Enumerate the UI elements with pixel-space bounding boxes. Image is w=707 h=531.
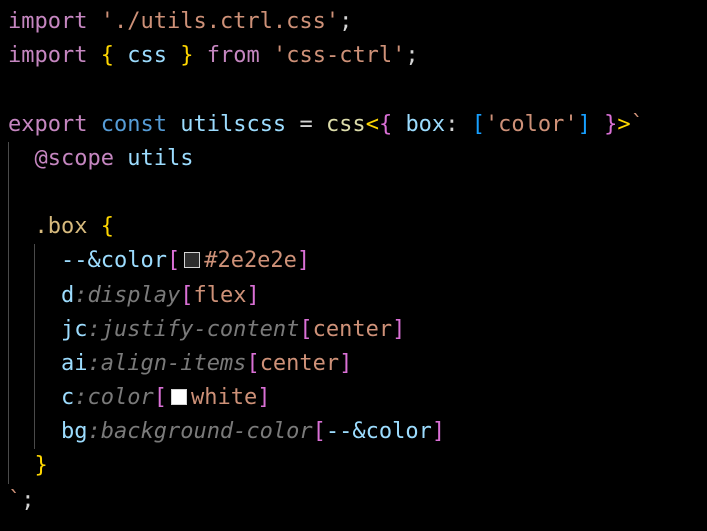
code-editor[interactable]: import './utils.ctrl.css'; import { css … [0, 0, 707, 531]
css-function: css [325, 111, 366, 137]
short-property: d [60, 282, 75, 308]
template-backtick: ` [630, 111, 644, 137]
inlay-hint: :color [74, 385, 154, 411]
property-value: flex [193, 282, 247, 308]
color-swatch-icon[interactable] [170, 389, 187, 406]
type-open-bracket: [ [471, 111, 485, 137]
scope-identifier: utils [127, 145, 194, 171]
indent-guide [8, 141, 9, 176]
generic-close: > [617, 111, 631, 137]
indent-guide [34, 381, 35, 416]
import-name: css [127, 43, 167, 69]
code-line-6 [8, 175, 707, 211]
template-backtick: ` [8, 487, 22, 513]
indent-guide [8, 244, 9, 279]
property-value: #2e2e2e [204, 248, 297, 274]
import-keyword: import [8, 9, 88, 34]
scope-at-rule: @scope [34, 145, 114, 171]
code-line-10: jc:justify-content[center] [8, 312, 707, 347]
indent-guide [8, 312, 9, 347]
from-keyword: from [206, 43, 260, 69]
indent-guide [8, 346, 9, 382]
indent-guide [34, 312, 35, 347]
colon: : [445, 111, 459, 137]
indent-guide [8, 210, 9, 245]
color-swatch-icon[interactable] [184, 252, 201, 269]
type-open-brace: { [378, 111, 393, 137]
equals-sign: = [299, 111, 313, 137]
indent-guide [8, 278, 9, 313]
code-line-8: --&color[ #2e2e2e] [8, 244, 707, 279]
indent-guide [34, 278, 35, 313]
property-value: center [259, 350, 340, 376]
close-brace: } [180, 43, 194, 69]
semicolon: ; [21, 487, 35, 513]
indent-guide [34, 415, 35, 450]
value-close-bracket: ] [392, 316, 406, 342]
value-open-bracket: [ [246, 350, 260, 376]
variable-name: utilscss [180, 111, 287, 137]
code-line-4: export const utilscss = css<{ box: ['col… [8, 108, 707, 142]
box-selector: .box [34, 214, 88, 240]
indent-guide [34, 346, 35, 382]
inlay-hint: :background-color [87, 419, 313, 445]
module-string: 'css-ctrl' [272, 43, 406, 69]
indent-guide [34, 244, 35, 279]
value-close-bracket: ] [296, 248, 311, 274]
code-line-12: c:color[ white] [8, 381, 707, 416]
export-keyword: export [8, 111, 88, 137]
indent-guide [8, 381, 9, 416]
open-brace: { [100, 43, 114, 69]
short-property: c [60, 385, 75, 411]
inlay-hint: :align-items [87, 350, 247, 376]
generic-open: < [365, 111, 379, 137]
rule-open-brace: { [100, 214, 114, 240]
code-line-14: } [8, 449, 707, 484]
property-value: white [190, 385, 258, 411]
code-line-2: import { css } from 'css-ctrl'; [8, 39, 707, 73]
import-path-string: './utils.ctrl.css' [100, 9, 340, 34]
value-close-bracket: ] [339, 350, 353, 376]
code-line-7: .box { [8, 210, 707, 245]
short-property: jc [60, 316, 88, 342]
type-string: 'color' [484, 111, 578, 137]
value-close-bracket: ] [431, 419, 446, 445]
code-line-9: d:display[flex] [8, 278, 707, 313]
value-open-bracket: [ [166, 248, 181, 274]
custom-property: --&color [60, 248, 167, 274]
rule-close-brace: } [34, 453, 48, 479]
indent-guide [8, 175, 9, 211]
inlay-hint: :justify-content [87, 316, 300, 342]
property-value: --&color [325, 419, 432, 445]
type-key: box [405, 111, 446, 137]
value-close-bracket: ] [257, 385, 271, 411]
import-keyword: import [8, 43, 88, 69]
short-property: ai [60, 350, 88, 376]
code-line-1: import './utils.ctrl.css'; [8, 5, 707, 39]
property-value: center [312, 316, 393, 342]
value-open-bracket: [ [153, 385, 167, 411]
semicolon: ; [339, 9, 353, 34]
code-line-11: ai:align-items[center] [8, 346, 707, 382]
value-open-bracket: [ [180, 282, 194, 308]
type-close-bracket: ] [577, 111, 591, 137]
short-property: bg [60, 419, 88, 445]
code-line-13: bg:background-color[--&color] [8, 415, 707, 450]
value-open-bracket: [ [299, 316, 313, 342]
const-keyword: const [100, 111, 167, 137]
code-line-15: `; [8, 484, 707, 518]
indent-guide [8, 449, 9, 484]
semicolon: ; [405, 43, 419, 69]
inlay-hint: :display [74, 282, 181, 308]
code-line-5: @scope utils [8, 141, 707, 176]
type-close-brace: } [604, 111, 618, 137]
value-close-bracket: ] [246, 282, 260, 308]
value-open-bracket: [ [312, 419, 326, 445]
indent-guide [8, 415, 9, 450]
